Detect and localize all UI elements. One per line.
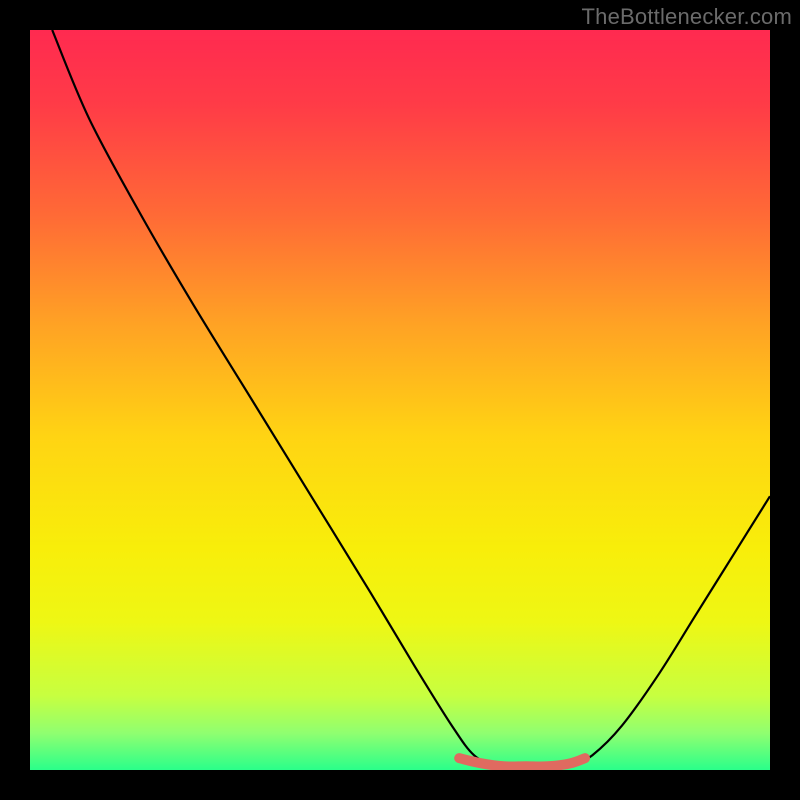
chart-background (30, 30, 770, 770)
chart-frame (30, 30, 770, 770)
bottleneck-chart (30, 30, 770, 770)
watermark-text: TheBottlenecker.com (582, 4, 792, 30)
